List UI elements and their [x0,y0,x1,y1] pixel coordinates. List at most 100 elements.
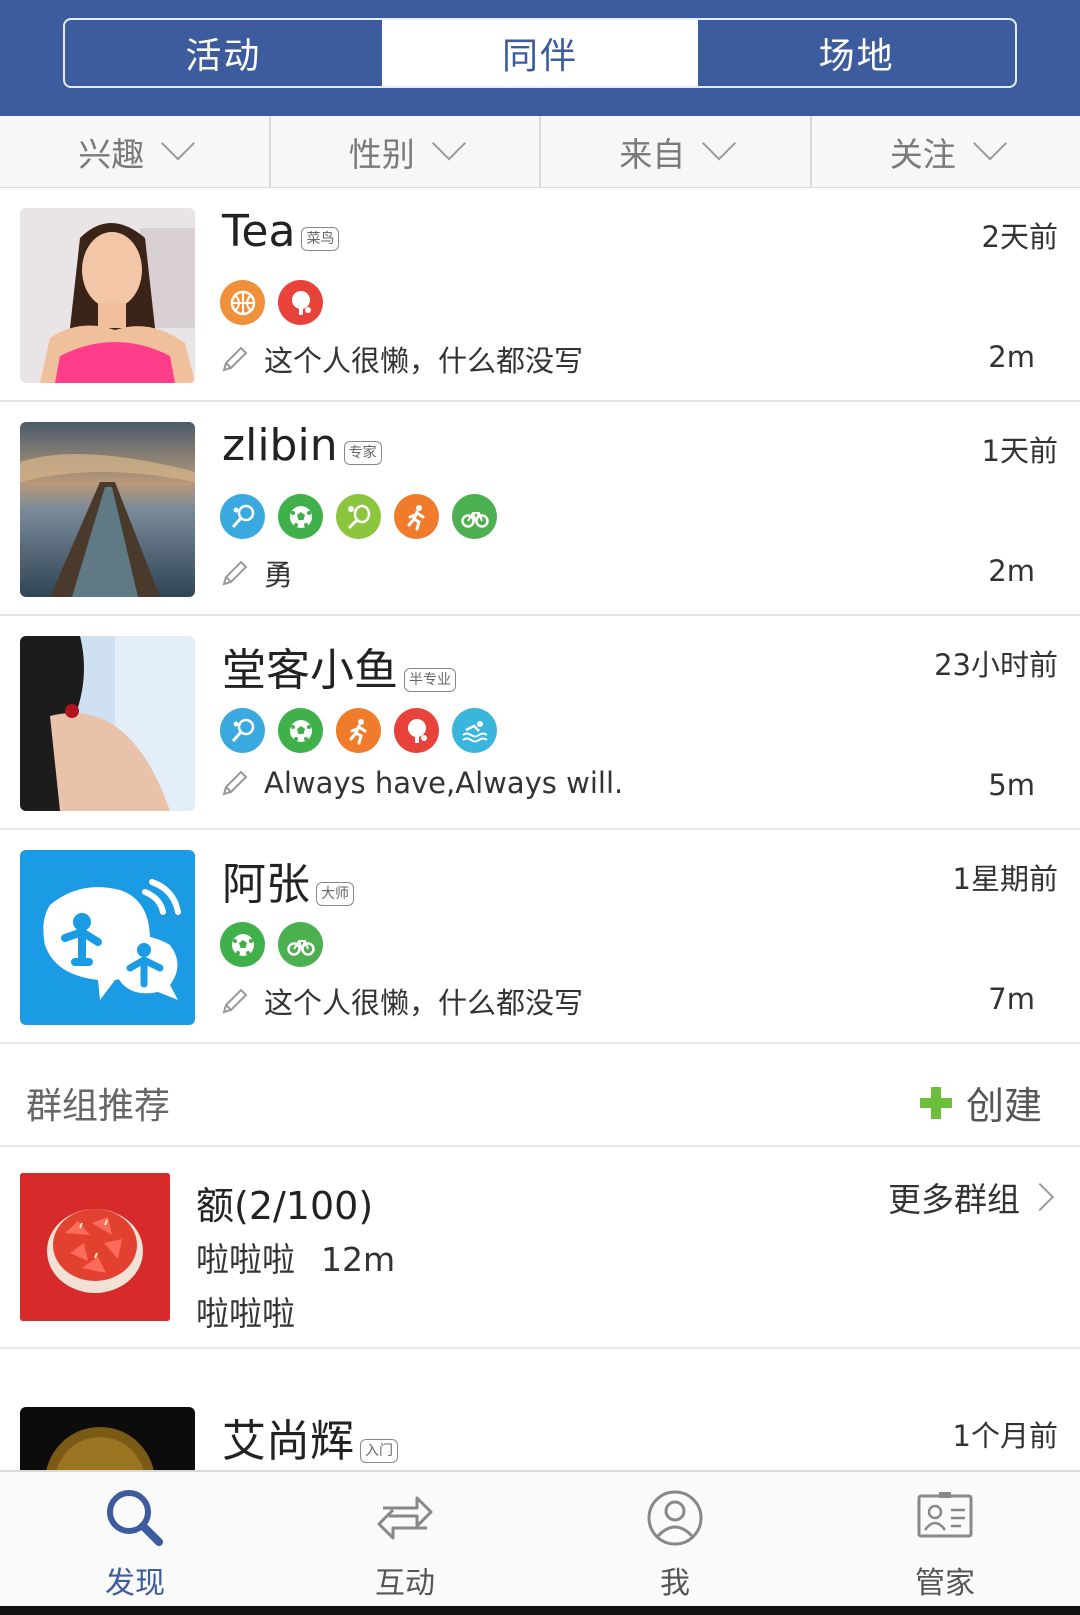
tennis-icon [336,494,381,539]
chevron-down-icon [702,126,737,160]
distance: 7m [988,982,1035,1016]
nav-discover[interactable]: 发现 [0,1472,270,1615]
signature: 勇 [220,552,293,594]
group-section-title: 群组推荐 [26,1086,171,1127]
level-badge: 半专业 [404,668,456,692]
filter-interest[interactable]: 兴趣 [0,116,271,187]
chevron-right-icon [1025,1182,1055,1212]
soccer-icon [278,708,323,753]
group-image [20,1173,170,1321]
user-row[interactable]: 阿张 大师 1星期前 这个人很懒，什么都没写 7m [0,830,1080,1044]
search-icon [107,1490,163,1546]
swimming-icon [452,708,497,753]
filter-follow[interactable]: 关注 [812,116,1080,187]
segmented-control: 活动 同伴 场地 [63,18,1017,88]
pencil-icon [222,988,248,1014]
signature-text: 这个人很懒，什么都没写 [264,986,584,1020]
more-groups-label: 更多群组 [888,1180,1020,1219]
last-active-time: 1天前 [981,434,1058,468]
avatar[interactable] [20,636,195,811]
username-text: Tea [222,206,296,257]
sports-icons [220,708,497,753]
group-section-header: 群组推荐 创建 [0,1049,1080,1147]
filter-from[interactable]: 来自 [541,116,812,187]
chevron-down-icon [431,126,466,160]
filter-label: 来自 [619,134,686,174]
badminton-icon [220,494,265,539]
group-name: 额(2/100) [196,1184,374,1228]
last-active-time: 2天前 [981,220,1058,254]
nav-me[interactable]: 我 [540,1472,810,1615]
chevron-down-icon [161,126,196,160]
user-row[interactable]: Tea 菜鸟 2天前 这个人很懒，什么都没写 2m [0,188,1080,402]
group-distance: 12m [321,1240,396,1279]
pencil-icon [222,560,248,586]
username-text: 艾尚辉 [222,1416,354,1467]
filter-label: 关注 [889,134,956,174]
avatar[interactable] [20,208,195,383]
nav-label: 管家 [915,1566,975,1601]
soccer-icon [220,922,265,967]
last-active-time: 1个月前 [952,1419,1058,1453]
signature: 这个人很懒，什么都没写 [220,338,583,380]
nav-butler[interactable]: 管家 [810,1472,1080,1615]
create-group-button[interactable]: 创建 [919,1075,1042,1130]
tab-venues[interactable]: 场地 [698,20,1015,86]
nav-label: 互动 [375,1566,435,1601]
avatar[interactable] [20,422,195,597]
username-text: 阿张 [222,859,310,910]
group-desc: 啦啦啦 12m [196,1233,395,1281]
chevron-down-icon [972,126,1007,160]
level-badge: 专家 [343,441,382,465]
filter-label: 性别 [348,134,415,174]
distance: 2m [988,340,1035,374]
pencil-icon [222,346,248,372]
running-icon [336,708,381,753]
filter-label: 兴趣 [78,134,145,174]
nav-interact[interactable]: 互动 [270,1472,540,1615]
filter-bar: 兴趣 性别 来自 关注 [0,116,1080,188]
last-active-time: 23小时前 [934,648,1058,682]
tab-partners[interactable]: 同伴 [381,20,699,86]
avatar[interactable] [20,850,195,1025]
signature-text: Always have,Always will. [264,766,624,800]
group-intro: 啦啦啦 [196,1294,295,1333]
avatar[interactable] [20,1407,195,1470]
soccer-icon [278,494,323,539]
ping-pong-icon [278,280,323,325]
signature-text: 勇 [264,558,294,592]
username: Tea 菜鸟 [222,206,340,257]
group-desc-text: 啦啦啦 [196,1240,295,1279]
sports-icons [220,280,323,325]
group-card[interactable]: 额(2/100) 啦啦啦 12m 啦啦啦 更多群组 [0,1147,1080,1349]
level-badge: 入门 [360,1439,398,1463]
profile-icon [647,1490,703,1546]
ping-pong-icon [394,708,439,753]
signature-text: 这个人很懒，什么都没写 [264,344,584,378]
cycling-icon [452,494,497,539]
username: 堂客小鱼 半专业 [222,634,456,698]
level-badge: 菜鸟 [301,227,340,251]
badminton-icon [220,708,265,753]
pencil-icon [222,770,248,796]
tab-activities[interactable]: 活动 [65,20,382,86]
level-badge: 大师 [316,882,354,906]
signature: Always have,Always will. [220,766,623,800]
sports-icons [220,922,323,967]
username-text: zlibin [222,420,338,471]
username-text: 堂客小鱼 [222,645,398,696]
create-label: 创建 [965,1084,1042,1128]
user-row[interactable]: 艾尚辉 入门 1个月前 [0,1387,1080,1470]
username: 艾尚辉 入门 [222,1405,398,1469]
last-active-time: 1星期前 [952,862,1058,896]
distance: 2m [988,554,1035,588]
more-groups-link[interactable]: 更多群组 [888,1173,1055,1221]
distance: 5m [988,768,1035,802]
nav-label: 我 [660,1566,690,1601]
user-row[interactable]: zlibin 专家 1天前 勇 2m [0,402,1080,616]
username: 阿张 大师 [222,848,354,912]
exchange-icon [377,1496,433,1540]
filter-gender[interactable]: 性别 [271,116,541,187]
basketball-icon [220,280,265,325]
user-row[interactable]: 堂客小鱼 半专业 23小时前 Always have,Always will. 5… [0,616,1080,830]
